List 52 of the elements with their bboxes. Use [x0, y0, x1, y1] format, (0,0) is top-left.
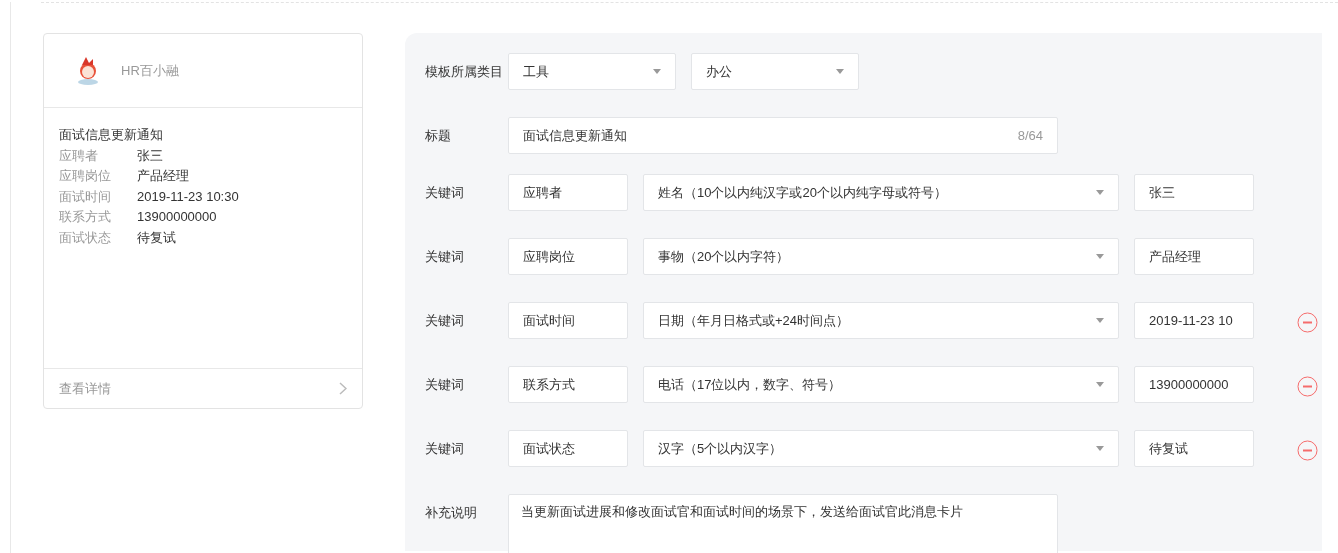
- keyword-input[interactable]: 面试状态: [508, 430, 628, 467]
- form-label: 标题: [425, 127, 452, 145]
- field-label: 面试时间: [59, 187, 112, 206]
- field-value: 张三: [137, 147, 163, 163]
- field-label: 应聘岗位: [59, 167, 112, 185]
- form-label: 关键词: [425, 312, 465, 330]
- value-input[interactable]: 13900000000: [1134, 366, 1254, 403]
- field-label: 面试状态: [59, 228, 112, 247]
- caret-icon: [836, 69, 844, 74]
- dropdown-select[interactable]: 工具: [508, 53, 676, 90]
- field-label: 应聘者: [59, 146, 99, 165]
- form-label: 关键词: [425, 248, 465, 266]
- sender-name: HR百小融: [121, 61, 179, 80]
- caret-icon: [1096, 382, 1104, 387]
- value-input[interactable]: 2019-11-23 10: [1134, 302, 1254, 339]
- keyword-input[interactable]: 面试时间: [508, 302, 628, 339]
- keyword-input[interactable]: 联系方式: [508, 366, 628, 403]
- dropdown-select[interactable]: 姓名（10个以内纯汉字或20个以内纯字母或符号）: [643, 174, 1119, 211]
- dropdown-select[interactable]: 办公: [691, 53, 859, 90]
- field-value: 2019-11-23 10:30: [137, 188, 239, 204]
- remove-icon[interactable]: [1297, 312, 1318, 333]
- field-value: 13900000000: [137, 209, 217, 224]
- remark-textarea[interactable]: 当更新面试进展和修改面试官和面试时间的场景下，发送给面试官此消息卡片: [508, 494, 1058, 553]
- caret-icon: [1096, 190, 1104, 195]
- keyword-input[interactable]: 应聘者: [508, 174, 628, 211]
- dropdown-select[interactable]: 日期（年月日格式或+24时间点）: [643, 302, 1119, 339]
- title-input[interactable]: 面试信息更新通知 8/64: [508, 117, 1058, 154]
- caret-icon: [1096, 318, 1104, 323]
- caret-icon: [1096, 446, 1104, 451]
- chevron-right-icon: [339, 382, 347, 395]
- dropdown-select[interactable]: 汉字（5个以内汉字）: [643, 430, 1119, 467]
- value-input[interactable]: 待复试: [1134, 430, 1254, 467]
- avatar-icon: [77, 55, 99, 86]
- keyword-input[interactable]: 应聘岗位: [508, 238, 628, 275]
- form-label: 补充说明: [425, 504, 478, 522]
- field-value: 产品经理: [137, 168, 189, 183]
- form-label: 关键词: [425, 376, 465, 394]
- field-label: 联系方式: [59, 208, 112, 226]
- card-title: 面试信息更新通知: [59, 126, 164, 144]
- value-input[interactable]: 产品经理: [1134, 238, 1254, 275]
- remove-icon[interactable]: [1297, 440, 1318, 461]
- field-value: 待复试: [137, 229, 176, 245]
- form-label: 模板所属类目: [425, 63, 504, 81]
- form-label: 关键词: [425, 440, 465, 458]
- form-label: 关键词: [425, 184, 465, 202]
- dropdown-select[interactable]: 电话（17位以内，数字、符号）: [643, 366, 1119, 403]
- value-input[interactable]: 张三: [1134, 174, 1254, 211]
- remove-icon[interactable]: [1297, 376, 1318, 397]
- caret-icon: [1096, 254, 1104, 259]
- dropdown-select[interactable]: 事物（20个以内字符）: [643, 238, 1119, 275]
- char-counter: 8/64: [1017, 126, 1043, 145]
- caret-icon: [653, 69, 661, 74]
